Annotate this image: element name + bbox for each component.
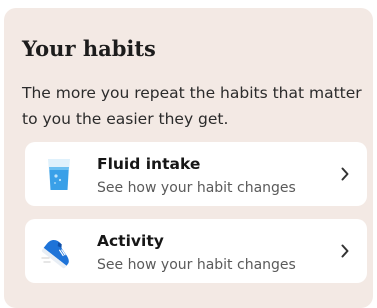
habit-name: Activity [97,232,164,250]
habit-item-fluid-intake[interactable]: Fluid intake See how your habit changes [25,142,367,206]
habit-name: Fluid intake [97,155,201,173]
running-shoe-icon [41,239,69,269]
section-title: Your habits [22,36,156,61]
section-subtitle: The more you repeat the habits that matt… [22,84,362,128]
water-glass-icon [48,159,70,190]
chevron-right-icon [341,167,349,181]
habit-description: See how your habit changes [97,180,296,196]
habit-description: See how your habit changes [97,257,296,273]
habits-card: Your habits The more you repeat the habi… [4,8,373,308]
habit-item-activity[interactable]: Activity See how your habit changes [25,219,367,283]
chevron-right-icon [341,244,349,258]
